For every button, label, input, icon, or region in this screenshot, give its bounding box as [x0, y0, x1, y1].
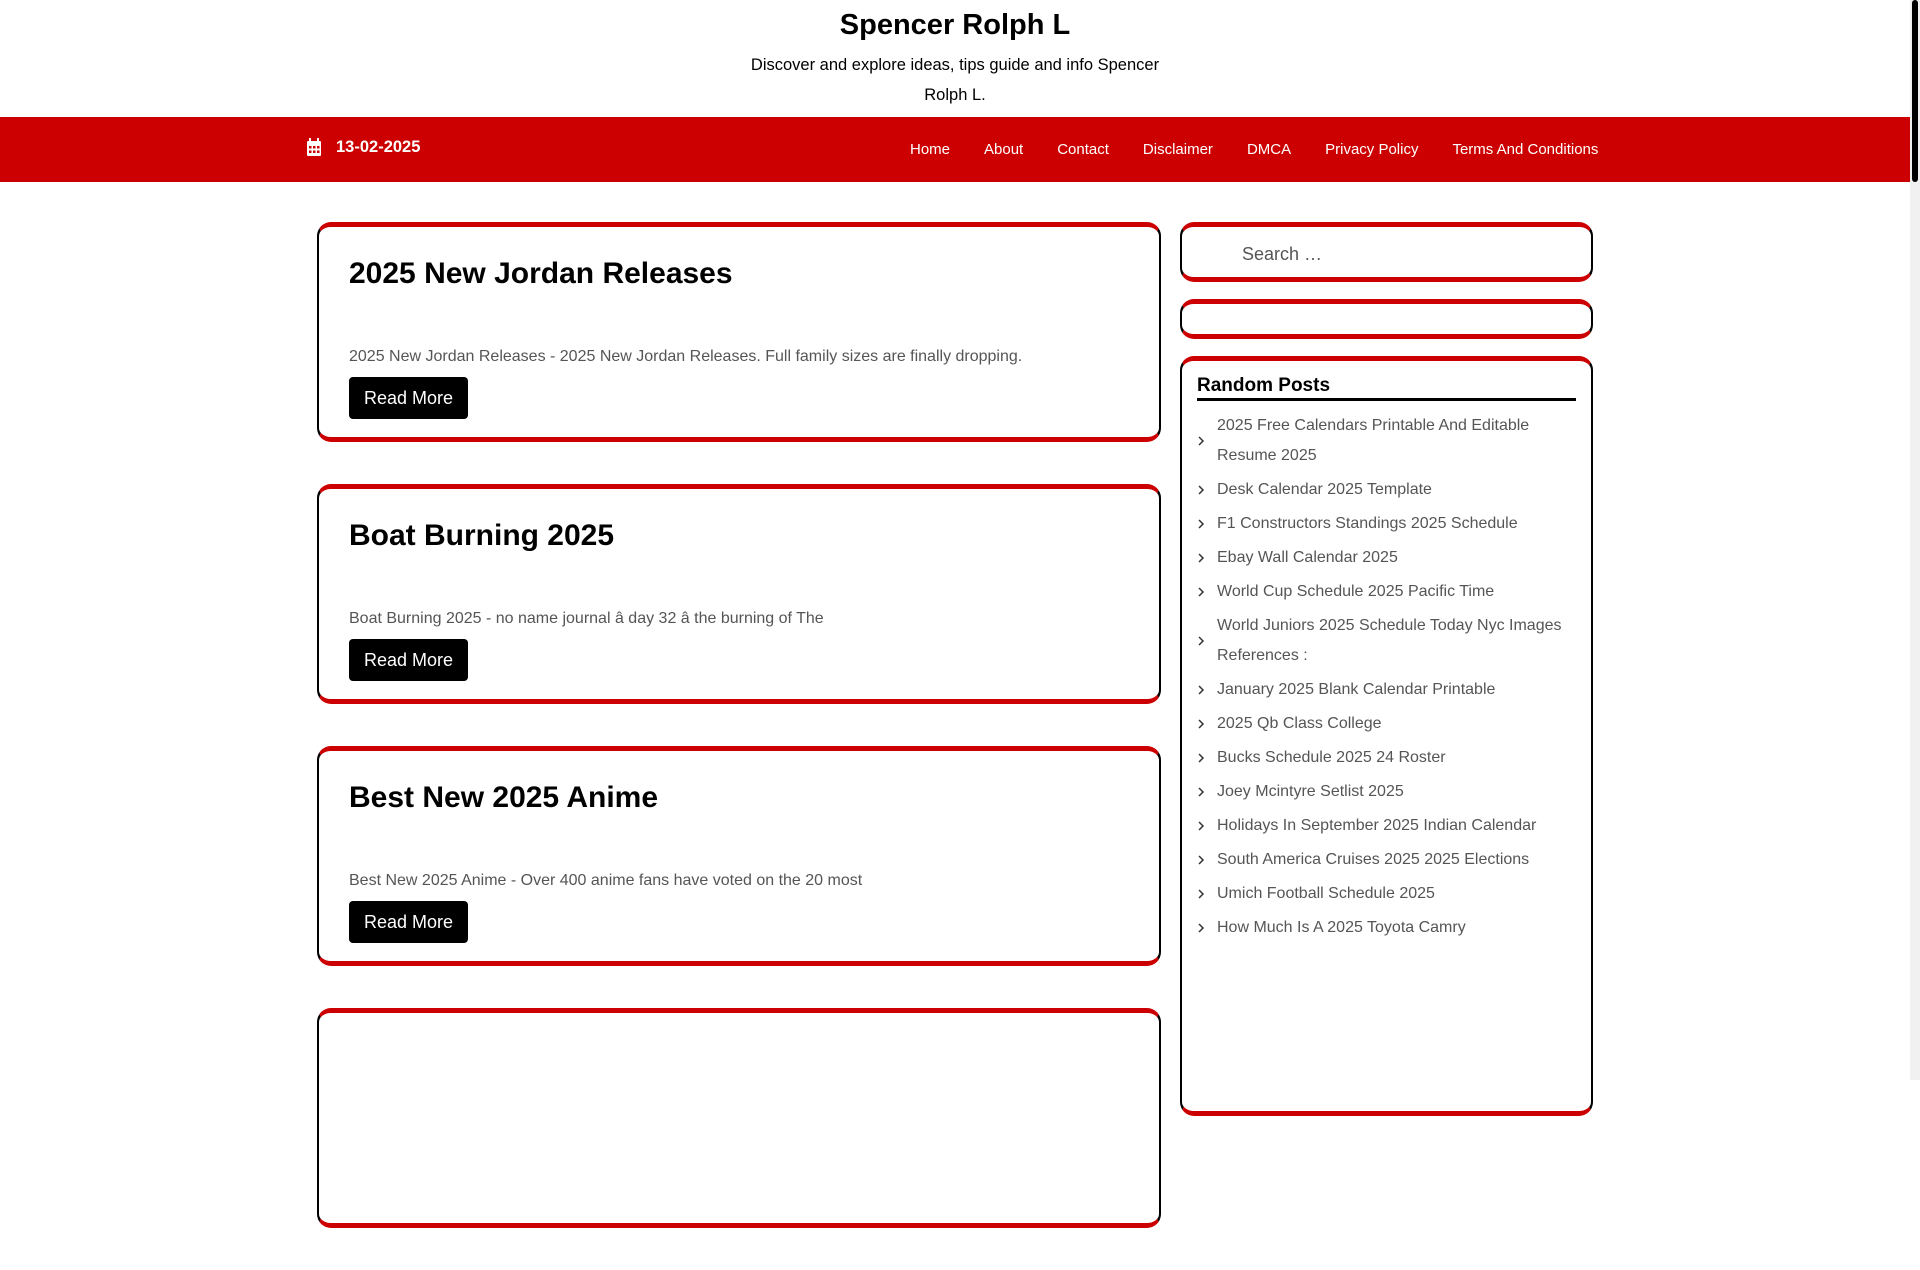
- post-card-partial: [317, 1008, 1161, 1228]
- random-post-label: World Cup Schedule 2025 Pacific Time: [1217, 583, 1495, 600]
- chevron-right-icon: [1198, 855, 1205, 865]
- random-posts-list: 2025 Free Calendars Printable And Editab…: [1197, 409, 1576, 945]
- random-post-link[interactable]: 2025 Free Calendars Printable And Editab…: [1197, 409, 1576, 473]
- random-post-link[interactable]: Joey Mcintyre Setlist 2025: [1197, 775, 1576, 809]
- random-post-label: Bucks Schedule 2025 24 Roster: [1217, 749, 1446, 766]
- random-post-link[interactable]: South America Cruises 2025 2025 Election…: [1197, 843, 1576, 877]
- random-post-link[interactable]: Umich Football Schedule 2025: [1197, 877, 1576, 911]
- chevron-right-icon: [1198, 485, 1205, 495]
- random-post-label: World Juniors 2025 Schedule Today Nyc Im…: [1217, 617, 1562, 664]
- random-post-label: South America Cruises 2025 2025 Election…: [1217, 851, 1530, 868]
- chevron-right-icon: [1198, 923, 1205, 933]
- chevron-right-icon: [1198, 821, 1205, 831]
- random-post-label: How Much Is A 2025 Toyota Camry: [1217, 919, 1466, 936]
- chevron-right-icon: [1198, 889, 1205, 899]
- random-post-link[interactable]: Desk Calendar 2025 Template: [1197, 473, 1576, 507]
- post-excerpt: 2025 New Jordan Releases - 2025 New Jord…: [349, 348, 1023, 365]
- scrollbar-thumb[interactable]: [1912, 0, 1918, 182]
- calendar-icon: [307, 138, 321, 156]
- page: Spencer Rolph L Discover and explore ide…: [0, 0, 1910, 1228]
- random-post-label: 2025 Free Calendars Printable And Editab…: [1217, 417, 1530, 464]
- empty-widget: [1180, 299, 1593, 339]
- nav-item-disclaimer[interactable]: Disclaimer: [1126, 121, 1230, 179]
- random-post-link[interactable]: 2025 Qb Class College: [1197, 707, 1576, 741]
- random-post-link[interactable]: Bucks Schedule 2025 24 Roster: [1197, 741, 1576, 775]
- main-navbar: 13-02-2025 Home About Contact Disclaimer…: [0, 117, 1910, 182]
- nav-item-about[interactable]: About: [967, 121, 1040, 179]
- search-widget: [1180, 222, 1594, 282]
- post-title[interactable]: 2025 New Jordan Releases: [349, 257, 733, 291]
- site-title[interactable]: Spencer Rolph L: [0, 0, 1910, 42]
- widget-title: Random Posts: [1197, 375, 1576, 401]
- chevron-right-icon: [1198, 685, 1205, 695]
- read-more-button[interactable]: Read More: [349, 901, 469, 943]
- chevron-right-icon: [1198, 436, 1205, 446]
- site-header: Spencer Rolph L Discover and explore ide…: [0, 0, 1910, 117]
- post-excerpt: Boat Burning 2025 - no name journal â da…: [349, 610, 824, 627]
- random-post-link[interactable]: World Cup Schedule 2025 Pacific Time: [1197, 575, 1576, 609]
- random-post-label: Umich Football Schedule 2025: [1217, 885, 1435, 902]
- chevron-right-icon: [1198, 636, 1205, 646]
- nav-menu: Home About Contact Disclaimer DMCA Priva…: [893, 135, 1615, 179]
- read-more-button[interactable]: Read More: [349, 639, 469, 681]
- chevron-right-icon: [1198, 587, 1205, 597]
- site-tagline: Discover and explore ideas, tips guide a…: [750, 56, 1160, 104]
- read-more-button[interactable]: Read More: [349, 377, 469, 419]
- random-post-label: January 2025 Blank Calendar Printable: [1217, 681, 1496, 698]
- post-card: Boat Burning 2025 Boat Burning 2025 - no…: [317, 484, 1161, 704]
- random-post-link[interactable]: Holidays In September 2025 Indian Calend…: [1197, 809, 1576, 843]
- random-post-label: Joey Mcintyre Setlist 2025: [1217, 783, 1404, 800]
- random-post-link[interactable]: F1 Constructors Standings 2025 Schedule: [1197, 507, 1576, 541]
- random-post-link[interactable]: Ebay Wall Calendar 2025: [1197, 541, 1576, 575]
- chevron-right-icon: [1198, 719, 1205, 729]
- nav-item-privacy-policy[interactable]: Privacy Policy: [1308, 121, 1435, 179]
- post-excerpt: Best New 2025 Anime - Over 400 anime fan…: [349, 872, 863, 889]
- nav-item-home[interactable]: Home: [893, 121, 967, 179]
- nav-item-dmca[interactable]: DMCA: [1230, 121, 1308, 179]
- search-input[interactable]: [1212, 231, 1594, 277]
- random-post-link[interactable]: January 2025 Blank Calendar Printable: [1197, 673, 1576, 707]
- post-card: 2025 New Jordan Releases 2025 New Jordan…: [317, 222, 1161, 442]
- random-post-label: F1 Constructors Standings 2025 Schedule: [1217, 515, 1518, 532]
- random-posts-widget: Random Posts 2025 Free Calendars Printab…: [1180, 356, 1593, 1116]
- post-title[interactable]: Boat Burning 2025: [349, 519, 614, 553]
- random-post-link[interactable]: World Juniors 2025 Schedule Today Nyc Im…: [1197, 609, 1576, 673]
- random-post-label: Holidays In September 2025 Indian Calend…: [1217, 817, 1537, 834]
- random-post-label: Desk Calendar 2025 Template: [1217, 481, 1432, 498]
- chevron-right-icon: [1198, 787, 1205, 797]
- random-post-link[interactable]: How Much Is A 2025 Toyota Camry: [1197, 911, 1576, 945]
- nav-item-contact[interactable]: Contact: [1040, 121, 1126, 179]
- date-display: 13-02-2025: [306, 137, 420, 157]
- post-title[interactable]: Best New 2025 Anime: [349, 781, 658, 815]
- chevron-right-icon: [1198, 553, 1205, 563]
- random-post-label: 2025 Qb Class College: [1217, 715, 1382, 732]
- current-date: 13-02-2025: [336, 137, 421, 156]
- post-list-main: 2025 New Jordan Releases 2025 New Jordan…: [317, 222, 1161, 1270]
- scrollbar[interactable]: [1910, 0, 1920, 1080]
- random-post-label: Ebay Wall Calendar 2025: [1217, 549, 1398, 566]
- nav-item-terms[interactable]: Terms And Conditions: [1435, 121, 1615, 179]
- chevron-right-icon: [1198, 753, 1205, 763]
- sidebar: Random Posts 2025 Free Calendars Printab…: [1180, 222, 1594, 1133]
- post-card: Best New 2025 Anime Best New 2025 Anime …: [317, 746, 1161, 966]
- chevron-right-icon: [1198, 519, 1205, 529]
